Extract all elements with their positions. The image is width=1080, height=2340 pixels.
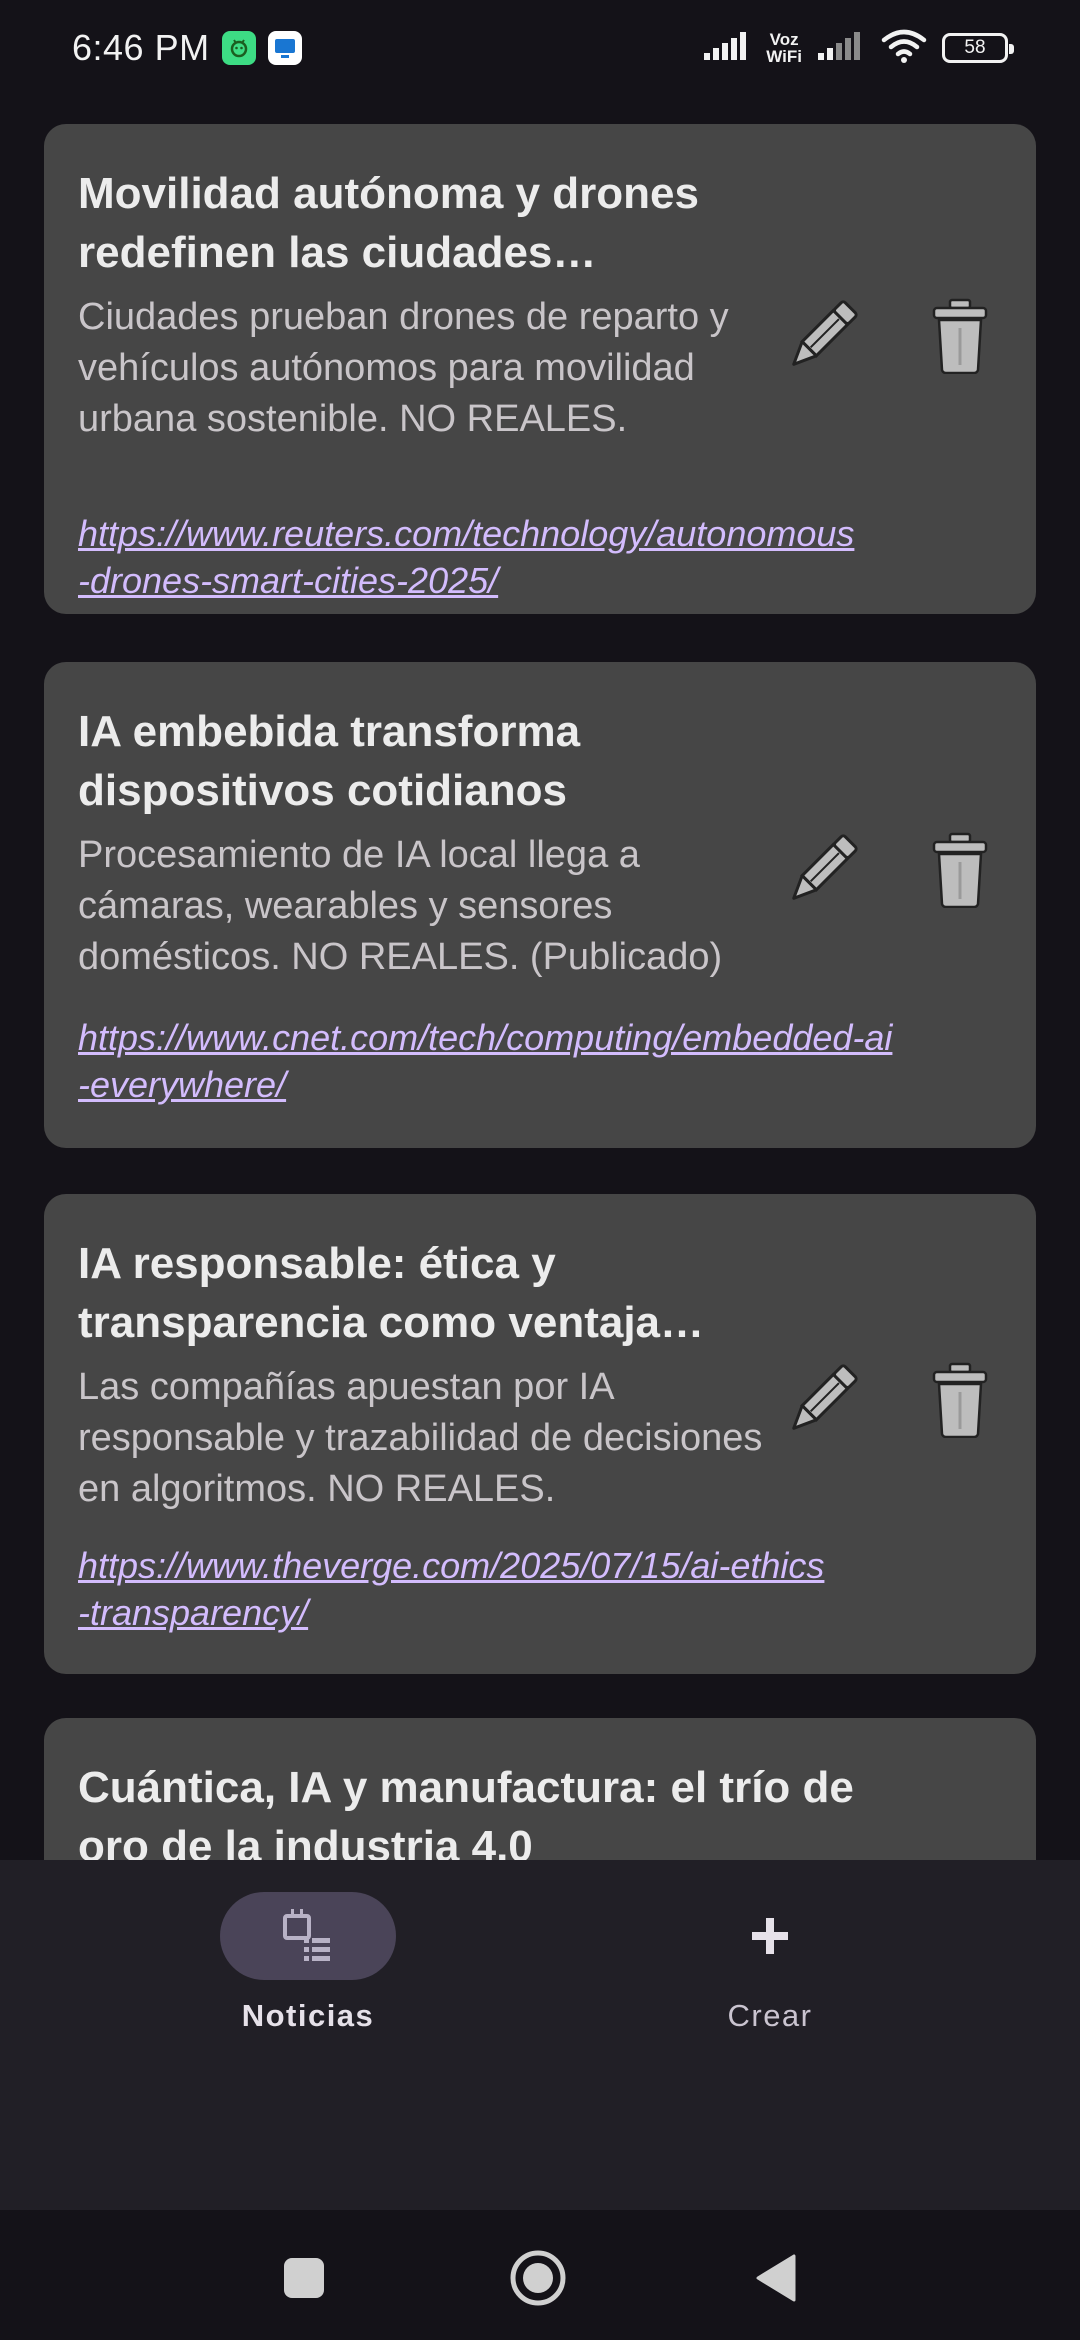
signal-icon-2	[816, 31, 866, 66]
circle-icon	[510, 2250, 566, 2306]
pencil-icon	[792, 834, 858, 900]
pencil-icon	[792, 300, 858, 366]
wifi-icon	[880, 28, 928, 69]
nav-label-crear: Crear	[727, 1998, 813, 2033]
system-navigation-bar	[0, 2210, 1080, 2340]
news-title: IA embebida transforma dispositivos coti…	[78, 707, 581, 815]
nav-item-crear[interactable]: Crear	[620, 1892, 920, 2034]
plus-icon	[752, 1918, 788, 1954]
status-bar: 6:46 PM Voz WiFi 58	[0, 0, 1080, 96]
news-title: IA responsable: ética y transparencia co…	[78, 1239, 661, 1347]
delete-button[interactable]	[912, 1352, 1008, 1448]
square-icon	[284, 2258, 324, 2298]
delete-button[interactable]	[912, 288, 1008, 384]
edit-button[interactable]	[774, 288, 870, 384]
trash-icon	[932, 1362, 988, 1438]
news-card[interactable]: IA embebida transforma dispositivos coti…	[44, 662, 1036, 1148]
news-card[interactable]: IA responsable: ética y transparencia co…	[44, 1194, 1036, 1674]
pencil-icon	[792, 1364, 858, 1430]
news-list-icon	[283, 1909, 330, 1961]
delete-button[interactable]	[912, 822, 1008, 918]
android-notification-icon	[221, 31, 256, 65]
nav-icon-container[interactable]	[682, 1892, 858, 1980]
news-link[interactable]: https://www.cnet.com/tech/computing/embe…	[78, 1014, 988, 1108]
news-link[interactable]: https://www.theverge.com/2025/07/15/ai-e…	[78, 1542, 988, 1636]
news-title: Cuántica, IA y manufactura: el trío de o…	[78, 1763, 854, 1860]
nav-label-noticias: Noticias	[241, 1998, 375, 2033]
app-screen: 6:46 PM Voz WiFi 58 Movilidad autónoma y…	[0, 0, 1080, 2340]
nav-item-noticias[interactable]: Noticias	[158, 1892, 458, 2034]
signal-icon	[702, 31, 752, 66]
edit-button[interactable]	[774, 1352, 870, 1448]
bottom-navigation: Noticias Crear	[0, 1860, 1080, 2210]
back-triangle-icon	[756, 2254, 796, 2302]
recents-button[interactable]	[274, 2248, 334, 2308]
wifi-label: WiFi	[766, 47, 802, 66]
battery-level: 58	[964, 37, 986, 58]
status-right: Voz WiFi 58	[702, 28, 1014, 69]
news-list[interactable]: Movilidad autónoma y drones redefinen la…	[0, 96, 1080, 1860]
remote-desktop-notification-icon	[267, 31, 302, 65]
status-time: 6:46 PM	[72, 27, 210, 68]
news-summary: Procesamiento de IA local llega a cámara…	[78, 834, 723, 978]
trash-icon	[932, 298, 988, 374]
trash-icon	[932, 832, 988, 908]
back-button[interactable]	[746, 2248, 806, 2308]
voz-wifi-icon: Voz WiFi	[766, 31, 802, 65]
news-summary: Las compañías apuestan por IA responsabl…	[78, 1366, 763, 1510]
news-card[interactable]: Cuántica, IA y manufactura: el trío de o…	[44, 1718, 1036, 1860]
news-summary: Ciudades prueban drones de reparto y veh…	[78, 296, 729, 440]
news-title: Movilidad autónoma y drones redefinen la…	[78, 169, 699, 277]
home-button[interactable]	[508, 2248, 568, 2308]
edit-button[interactable]	[774, 822, 870, 918]
battery-icon: 58	[942, 33, 1014, 63]
nav-active-indicator[interactable]	[220, 1892, 396, 1980]
news-link[interactable]: https://www.reuters.com/technology/auton…	[78, 510, 988, 604]
news-card[interactable]: Movilidad autónoma y drones redefinen la…	[44, 124, 1036, 614]
